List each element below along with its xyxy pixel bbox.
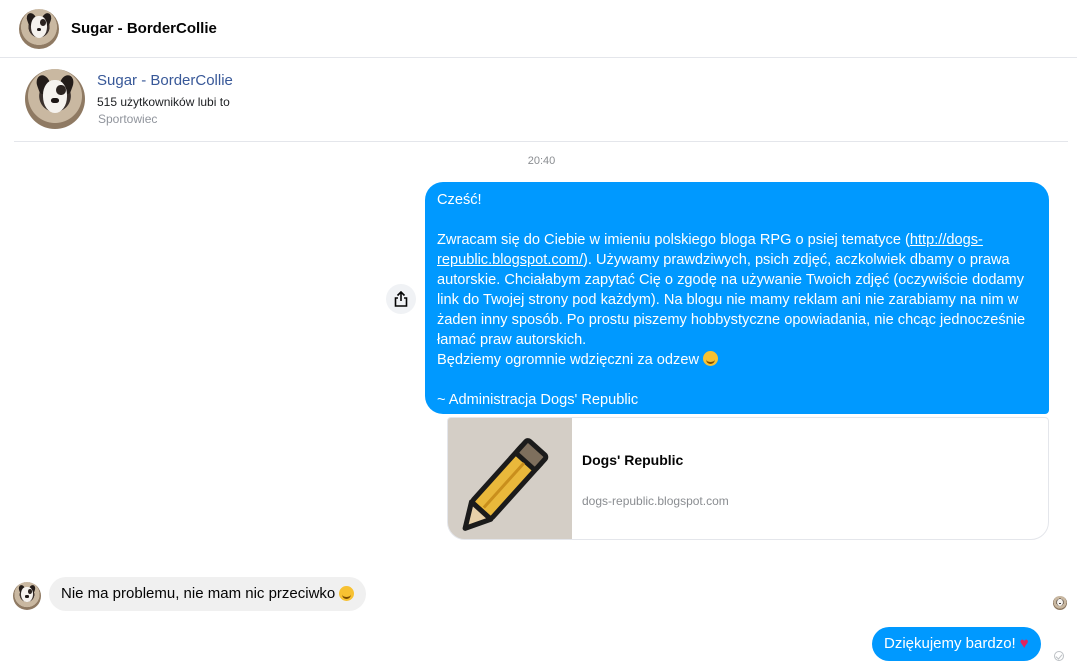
reply-message-text: Dziękujemy bardzo! <box>884 635 1016 652</box>
heart-icon: ♥ <box>1019 635 1029 652</box>
header-title[interactable]: Sugar - BorderCollie <box>71 20 217 37</box>
message-greeting: Cześć! <box>437 192 482 208</box>
message-timestamp: 20:40 <box>527 155 556 167</box>
share-button[interactable] <box>386 284 416 314</box>
profile-likes: 515 użytkowników lubi to <box>97 95 230 109</box>
message-body-start: Zwracam się do Ciebie w imieniu polskieg… <box>437 232 910 248</box>
link-preview-card[interactable]: Dogs' Republic dogs-republic.blogspot.co… <box>447 417 1049 540</box>
smirk-emoji-icon <box>339 586 355 601</box>
link-preview-title: Dogs' Republic <box>582 452 684 468</box>
conversation-header: Sugar - BorderCollie <box>0 0 1077 58</box>
profile-name-link[interactable]: Sugar - BorderCollie <box>97 72 233 89</box>
link-preview-domain: dogs-republic.blogspot.com <box>582 494 729 508</box>
sender-avatar[interactable] <box>13 582 41 610</box>
smirk-emoji-icon <box>703 351 719 366</box>
reply-message[interactable]: Dziękujemy bardzo! ♥ <box>872 627 1041 661</box>
outgoing-message[interactable]: Cześć! Zwracam się do Ciebie w imieniu p… <box>425 182 1049 414</box>
sent-check-icon <box>1054 651 1064 661</box>
message-signature: ~ Administracja Dogs' Republic <box>437 392 639 408</box>
header-avatar[interactable] <box>19 8 59 49</box>
profile-card: Sugar - BorderCollie 515 użytkowników lu… <box>14 59 1068 142</box>
profile-category: Sportowiec <box>98 112 158 126</box>
incoming-message[interactable]: Nie ma problemu, nie mam nic przeciwko <box>49 577 367 611</box>
pencil-icon <box>448 418 572 539</box>
share-icon <box>394 291 408 307</box>
incoming-message-text: Nie ma problemu, nie mam nic przeciwko <box>61 585 336 602</box>
message-body: Zwracam się do Ciebie w imieniu polskieg… <box>437 230 1037 350</box>
seen-by-avatar <box>1053 596 1067 610</box>
profile-avatar[interactable] <box>25 69 85 129</box>
message-thanks: Będziemy ogromnie wdzięczni za odzew <box>437 350 1037 370</box>
